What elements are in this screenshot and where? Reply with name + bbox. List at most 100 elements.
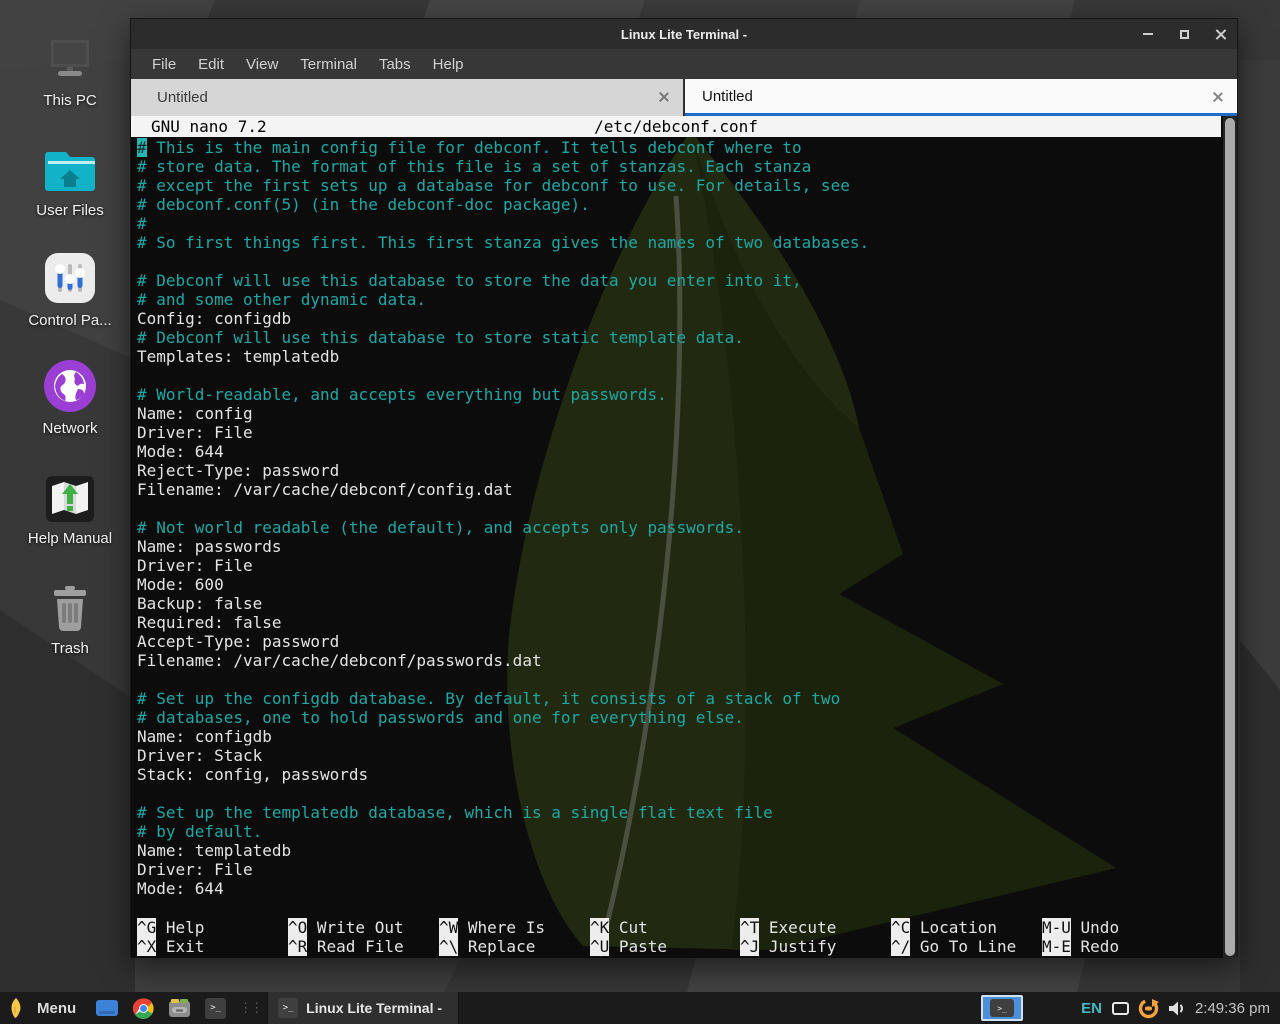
linux-lite-logo-icon <box>8 997 24 1019</box>
terminal-icon: >_ <box>278 998 298 1018</box>
editor-line: Name: passwords <box>137 537 1221 556</box>
this-pc-icon <box>40 28 100 86</box>
nano-shortcut-justify: ^J Justify <box>740 937 836 956</box>
update-manager-icon[interactable] <box>1138 998 1159 1019</box>
editor-line: Accept-Type: password <box>137 632 1221 651</box>
window-title: Linux Lite Terminal - <box>621 27 747 42</box>
desktop-icon-label: Help Manual <box>28 530 112 547</box>
desktop-icon-label: User Files <box>36 202 104 219</box>
trash-icon <box>42 576 98 634</box>
editor-line: # and some other dynamic data. <box>137 290 1221 309</box>
panel-separator: ⋮⋮ <box>239 1000 261 1016</box>
file-manager-icon[interactable] <box>168 999 191 1018</box>
menu-label[interactable]: Menu <box>37 1000 76 1017</box>
menu-bar: FileEditViewTerminalTabsHelp <box>131 49 1237 79</box>
maximize-button[interactable] <box>1177 27 1191 41</box>
tab-untitled-2[interactable]: Untitled <box>685 79 1237 116</box>
editor-line: Reject-Type: password <box>137 461 1221 480</box>
terminal-screen[interactable]: /etc/debconf.conf GNU nano 7.2 # This is… <box>131 116 1237 958</box>
editor-line: Backup: false <box>137 594 1221 613</box>
close-button[interactable] <box>1213 27 1227 41</box>
editor-line: # <box>137 214 1221 233</box>
tray-terminal-icon[interactable]: >_ <box>981 995 1023 1021</box>
volume-icon[interactable] <box>1168 1000 1187 1017</box>
editor-line: # This is the main config file for debco… <box>137 138 1221 157</box>
nano-shortcut-exit: ^X Exit <box>137 937 204 956</box>
tab-bar: Untitled Untitled <box>131 79 1237 116</box>
editor-line: Name: templatedb <box>137 841 1221 860</box>
tab-close-icon[interactable] <box>1212 91 1223 102</box>
editor-line: Templates: templatedb <box>137 347 1221 366</box>
tab-label: Untitled <box>702 88 753 105</box>
terminal-window: Linux Lite Terminal - FileEditViewTermin… <box>130 18 1238 957</box>
nano-shortcut-paste: ^U Paste <box>590 937 667 956</box>
editor-line <box>137 252 1221 271</box>
nano-shortcuts: ^G Help^O Write Out^W Where Is^K Cut^T E… <box>137 918 1221 956</box>
network-globe-icon <box>42 356 98 414</box>
show-desktop-icon[interactable] <box>95 999 119 1017</box>
clock[interactable]: 2:49:36 pm <box>1195 1000 1270 1017</box>
nano-shortcut-execute: ^T Execute <box>740 918 836 937</box>
start-menu-button[interactable] <box>8 997 24 1019</box>
nano-shortcut-where-is: ^W Where Is <box>439 918 545 937</box>
editor-line: Filename: /var/cache/debconf/config.dat <box>137 480 1221 499</box>
desktop-icon-user-files[interactable]: User Files <box>0 138 140 219</box>
editor-line: Driver: Stack <box>137 746 1221 765</box>
text-cursor: # <box>137 138 147 157</box>
editor-line: Mode: 600 <box>137 575 1221 594</box>
editor-line <box>137 499 1221 518</box>
nano-filename: /etc/debconf.conf <box>131 117 1221 136</box>
home-folder-icon <box>40 138 100 196</box>
minimize-button[interactable] <box>1141 27 1155 41</box>
help-manual-icon <box>42 466 98 524</box>
nano-shortcut-read-file: ^R Read File <box>288 937 404 956</box>
nano-shortcut-write-out: ^O Write Out <box>288 918 404 937</box>
nano-shortcut-cut: ^K Cut <box>590 918 648 937</box>
desktop-icon-label: Network <box>42 420 97 437</box>
editor-line: # So first things first. This first stan… <box>137 233 1221 252</box>
desktop-icon-network[interactable]: Network <box>0 356 140 437</box>
menu-item-view[interactable]: View <box>235 56 289 73</box>
editor-line: # Not world readable (the default), and … <box>137 518 1221 537</box>
chrome-icon[interactable] <box>133 998 154 1019</box>
tab-untitled-1[interactable]: Untitled <box>131 79 683 116</box>
taskbar-task-button[interactable]: >_ Linux Lite Terminal - <box>267 992 459 1024</box>
editor-line: # Set up the templatedb database, which … <box>137 803 1221 822</box>
keyboard-layout-indicator[interactable]: EN <box>1081 1000 1102 1017</box>
desktop-icon-label: Trash <box>51 640 89 657</box>
menu-item-tabs[interactable]: Tabs <box>368 56 422 73</box>
desktop: This PC User Files <box>0 0 1280 1024</box>
editor-line: Name: config <box>137 404 1221 423</box>
menu-item-file[interactable]: File <box>141 56 187 73</box>
tab-close-icon[interactable] <box>658 91 669 102</box>
desktop-icon-control-panel[interactable]: Control Pa... <box>0 248 140 329</box>
editor-line: # store data. The format of this file is… <box>137 157 1221 176</box>
desktop-icon-help-manual[interactable]: Help Manual <box>0 466 140 547</box>
window-titlebar[interactable]: Linux Lite Terminal - <box>131 19 1237 49</box>
editor-line: Filename: /var/cache/debconf/passwords.d… <box>137 651 1221 670</box>
editor-line: # by default. <box>137 822 1221 841</box>
task-button-label: Linux Lite Terminal - <box>306 1000 442 1016</box>
editor-line: Stack: config, passwords <box>137 765 1221 784</box>
menu-item-terminal[interactable]: Terminal <box>289 56 368 73</box>
desktop-icon-label: Control Pa... <box>28 312 111 329</box>
desktop-icon-trash[interactable]: Trash <box>0 576 140 657</box>
menu-item-edit[interactable]: Edit <box>187 56 235 73</box>
editor-line: Driver: File <box>137 860 1221 879</box>
editor-line: Mode: 644 <box>137 442 1221 461</box>
editor-line: Driver: File <box>137 423 1221 442</box>
terminal-scrollbar[interactable] <box>1223 116 1237 958</box>
editor-line: # databases, one to hold passwords and o… <box>137 708 1221 727</box>
terminal-launcher-icon[interactable]: >_ <box>205 998 226 1019</box>
nano-shortcut-go-to-line: ^/ Go To Line <box>891 937 1016 956</box>
scrollbar-thumb[interactable] <box>1225 118 1235 956</box>
tab-label: Untitled <box>157 89 208 106</box>
desktop-icon-label: This PC <box>43 92 96 109</box>
editor-lines: # This is the main config file for debco… <box>137 138 1221 898</box>
nano-titlebar: /etc/debconf.conf GNU nano 7.2 <box>131 116 1221 137</box>
editor-line: # World-readable, and accepts everything… <box>137 385 1221 404</box>
menu-item-help[interactable]: Help <box>422 56 475 73</box>
desktop-icon-this-pc[interactable]: This PC <box>0 28 140 109</box>
editor-line: # except the first sets up a database fo… <box>137 176 1221 195</box>
display-settings-icon[interactable] <box>1112 1002 1129 1015</box>
